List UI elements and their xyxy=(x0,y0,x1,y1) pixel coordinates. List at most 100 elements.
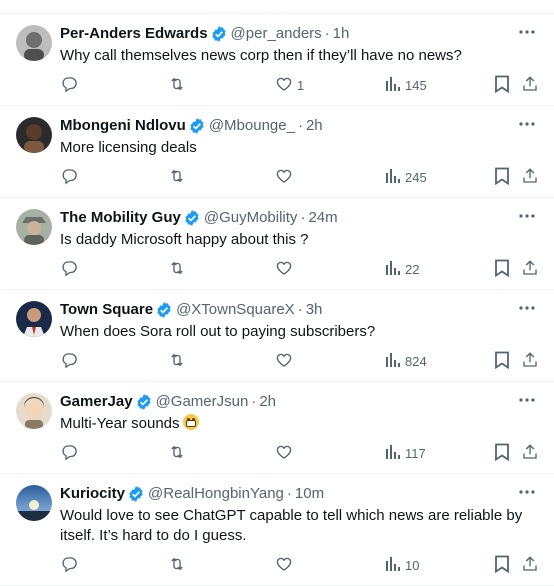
verified-badge-icon xyxy=(183,209,201,227)
author-handle[interactable]: @Mbounge_ xyxy=(209,116,295,136)
share-icon xyxy=(521,167,539,188)
retweet-icon xyxy=(167,351,187,372)
share-button[interactable] xyxy=(521,555,539,575)
verified-badge-icon xyxy=(210,25,228,43)
retweet-button[interactable] xyxy=(167,75,187,95)
author-name[interactable]: The Mobility Guy xyxy=(60,208,181,228)
more-icon[interactable] xyxy=(516,482,538,502)
views-button[interactable]: 10 xyxy=(385,555,419,575)
retweet-button[interactable] xyxy=(167,167,187,187)
author-handle[interactable]: @GuyMobility xyxy=(204,208,298,228)
reply-icon xyxy=(60,75,78,96)
avatar[interactable] xyxy=(16,485,52,521)
view-count: 145 xyxy=(405,77,427,93)
tweet[interactable]: Per-Anders Edwards @per_anders · 1h Why … xyxy=(0,14,554,106)
tweet-feed: Per-Anders Edwards @per_anders · 1h Why … xyxy=(0,0,554,586)
author-name[interactable]: Mbongeni Ndlovu xyxy=(60,116,186,136)
retweet-button[interactable] xyxy=(167,443,187,463)
tweet-text: Would love to see ChatGPT capable to tel… xyxy=(60,507,523,544)
separator-dot: · xyxy=(324,25,330,42)
views-button[interactable]: 824 xyxy=(385,351,427,371)
more-icon[interactable] xyxy=(516,206,538,226)
share-button[interactable] xyxy=(521,259,539,279)
like-icon xyxy=(275,167,293,188)
timestamp[interactable]: 1h xyxy=(333,24,350,44)
author-name[interactable]: Town Square xyxy=(60,300,153,320)
author-name[interactable]: GamerJay xyxy=(60,392,133,412)
avatar[interactable] xyxy=(16,209,52,245)
verified-badge-icon xyxy=(155,301,173,319)
verified-badge-icon xyxy=(188,117,206,135)
avatar[interactable] xyxy=(16,301,52,337)
retweet-icon xyxy=(167,259,187,280)
tweet[interactable]: GamerJay @GamerJsun · 2h Multi-Year soun… xyxy=(0,382,554,474)
share-button[interactable] xyxy=(521,443,539,463)
timestamp[interactable]: 2h xyxy=(306,116,323,136)
reply-button[interactable] xyxy=(60,259,78,279)
tweet[interactable]: Mbongeni Ndlovu @Mbounge_ · 2h More lice… xyxy=(0,106,554,198)
bookmark-icon xyxy=(494,443,510,464)
tweet-text: Is daddy Microsoft happy about this ? xyxy=(60,231,309,248)
reply-icon xyxy=(60,259,78,280)
timestamp[interactable]: 3h xyxy=(306,300,323,320)
reply-button[interactable] xyxy=(60,443,78,463)
views-button[interactable]: 145 xyxy=(385,75,427,95)
reply-button[interactable] xyxy=(60,167,78,187)
reply-button[interactable] xyxy=(60,75,78,95)
reply-button[interactable] xyxy=(60,555,78,575)
author-handle[interactable]: @RealHongbinYang xyxy=(148,484,284,504)
like-button[interactable]: 1 xyxy=(275,75,304,95)
like-button[interactable] xyxy=(275,555,297,575)
bookmark-button[interactable] xyxy=(494,75,510,95)
more-icon[interactable] xyxy=(516,298,538,318)
separator-dot: · xyxy=(297,301,303,318)
timestamp[interactable]: 24m xyxy=(308,208,337,228)
like-button[interactable] xyxy=(275,443,297,463)
reply-icon xyxy=(60,167,78,188)
bookmark-button[interactable] xyxy=(494,351,510,371)
separator-dot: · xyxy=(300,209,306,226)
share-button[interactable] xyxy=(521,75,539,95)
avatar[interactable] xyxy=(16,393,52,429)
timestamp[interactable]: 2h xyxy=(259,392,276,412)
tweet[interactable]: The Mobility Guy @GuyMobility · 24m Is d… xyxy=(0,198,554,290)
more-icon[interactable] xyxy=(516,114,538,134)
more-icon[interactable] xyxy=(516,22,538,42)
retweet-button[interactable] xyxy=(167,259,187,279)
views-button[interactable]: 117 xyxy=(385,443,426,463)
like-button[interactable] xyxy=(275,167,297,187)
author-name[interactable]: Kuriocity xyxy=(60,484,125,504)
views-icon xyxy=(385,260,401,279)
retweet-button[interactable] xyxy=(167,351,187,371)
more-icon[interactable] xyxy=(516,390,538,410)
like-button[interactable] xyxy=(275,259,297,279)
reply-button[interactable] xyxy=(60,351,78,371)
avatar[interactable] xyxy=(16,117,52,153)
tweet[interactable]: Kuriocity @RealHongbinYang · 10m Would l… xyxy=(0,474,554,586)
bookmark-button[interactable] xyxy=(494,259,510,279)
grimacing-face-emoji-icon xyxy=(182,414,199,430)
retweet-icon xyxy=(167,555,187,576)
author-handle[interactable]: @GamerJsun xyxy=(156,392,249,412)
avatar[interactable] xyxy=(16,25,52,61)
separator-dot: · xyxy=(251,393,257,410)
views-button[interactable]: 245 xyxy=(385,167,427,187)
share-button[interactable] xyxy=(521,351,539,371)
view-count: 22 xyxy=(405,261,420,277)
author-handle[interactable]: @XTownSquareX xyxy=(176,300,295,320)
share-icon xyxy=(521,75,539,96)
bookmark-button[interactable] xyxy=(494,555,510,575)
bookmark-button[interactable] xyxy=(494,443,510,463)
bookmark-icon xyxy=(494,167,510,188)
views-button[interactable]: 22 xyxy=(385,259,419,279)
view-count: 10 xyxy=(405,557,420,573)
share-icon xyxy=(521,351,539,372)
like-button[interactable] xyxy=(275,351,297,371)
tweet[interactable]: Town Square @XTownSquareX · 3h When does… xyxy=(0,290,554,382)
author-name[interactable]: Per-Anders Edwards xyxy=(60,24,208,44)
timestamp[interactable]: 10m xyxy=(295,484,324,504)
bookmark-button[interactable] xyxy=(494,167,510,187)
share-button[interactable] xyxy=(521,167,539,187)
retweet-button[interactable] xyxy=(167,555,187,575)
author-handle[interactable]: @per_anders xyxy=(231,24,322,44)
